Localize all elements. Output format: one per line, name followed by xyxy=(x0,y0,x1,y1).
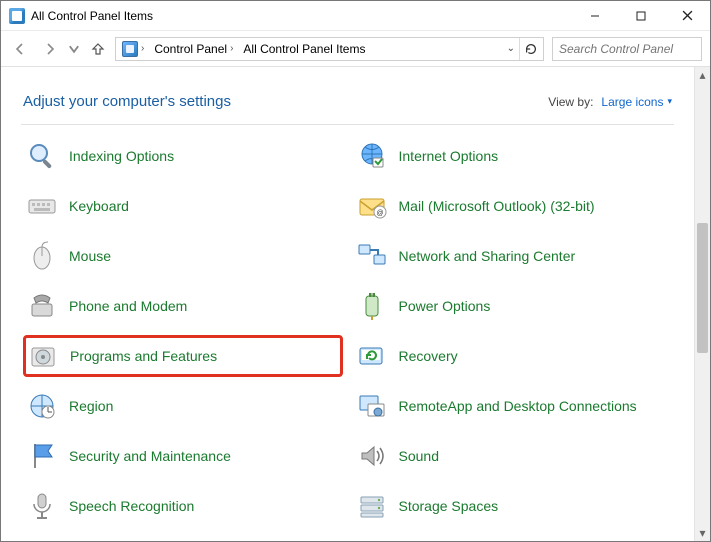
breadcrumb-control-panel[interactable]: Control Panel › xyxy=(150,39,237,59)
content-area: Adjust your computer's settings View by:… xyxy=(1,67,694,541)
address-bar[interactable]: › Control Panel › All Control Panel Item… xyxy=(115,37,544,61)
address-dropdown[interactable]: ⌄ xyxy=(507,43,515,54)
item-label: Phone and Modem xyxy=(69,298,187,315)
phone-icon xyxy=(25,289,59,323)
item-region[interactable]: Region xyxy=(23,385,343,427)
globe-icon xyxy=(355,139,389,173)
mouse-icon xyxy=(25,239,59,273)
page-title: Adjust your computer's settings xyxy=(23,93,231,110)
item-internet-options[interactable]: Internet Options xyxy=(353,135,673,177)
item-remoteapp[interactable]: RemoteApp and Desktop Connections xyxy=(353,385,673,427)
item-label: Mail (Microsoft Outlook) (32-bit) xyxy=(399,198,595,215)
breadcrumb-label: Control Panel xyxy=(154,42,227,56)
item-label: Indexing Options xyxy=(69,148,174,165)
region-icon xyxy=(25,389,59,423)
item-label: Recovery xyxy=(399,348,458,365)
item-speech-recognition[interactable]: Speech Recognition xyxy=(23,485,343,527)
control-panel-icon xyxy=(9,8,25,24)
items-grid: Indexing Options Internet Options Keyboa… xyxy=(23,135,672,527)
breadcrumb-root[interactable]: › xyxy=(118,39,148,59)
window-title: All Control Panel Items xyxy=(31,9,153,23)
minimize-button[interactable] xyxy=(572,1,618,31)
item-label: Security and Maintenance xyxy=(69,448,231,465)
programs-icon xyxy=(26,339,60,373)
item-label: Programs and Features xyxy=(70,348,217,365)
search-box[interactable] xyxy=(552,37,702,61)
breadcrumb-all-items[interactable]: All Control Panel Items xyxy=(239,39,369,59)
item-storage-spaces[interactable]: Storage Spaces xyxy=(353,485,673,527)
view-by-dropdown[interactable]: Large icons ▾ xyxy=(601,95,672,109)
item-label: Sound xyxy=(399,448,439,465)
item-phone-modem[interactable]: Phone and Modem xyxy=(23,285,343,327)
scroll-track[interactable] xyxy=(695,83,710,525)
scroll-up-button[interactable]: ▴ xyxy=(695,67,710,83)
network-icon xyxy=(355,239,389,273)
item-programs-features[interactable]: Programs and Features xyxy=(23,335,343,377)
view-by-control: View by: Large icons ▾ xyxy=(548,95,672,109)
item-sound[interactable]: Sound xyxy=(353,435,673,477)
mail-icon: @ xyxy=(355,189,389,223)
scroll-down-button[interactable]: ▾ xyxy=(695,525,710,541)
item-label: Mouse xyxy=(69,248,111,265)
item-label: Speech Recognition xyxy=(69,498,194,515)
item-label: Region xyxy=(69,398,113,415)
item-security-maintenance[interactable]: Security and Maintenance xyxy=(23,435,343,477)
storage-icon xyxy=(355,489,389,523)
item-label: RemoteApp and Desktop Connections xyxy=(399,398,637,415)
power-icon xyxy=(355,289,389,323)
item-label: Storage Spaces xyxy=(399,498,499,515)
item-indexing-options[interactable]: Indexing Options xyxy=(23,135,343,177)
recovery-icon xyxy=(355,339,389,373)
view-by-value: Large icons xyxy=(601,95,663,109)
up-button[interactable] xyxy=(85,36,111,62)
refresh-button[interactable] xyxy=(519,38,541,60)
item-label: Power Options xyxy=(399,298,491,315)
magnifier-icon xyxy=(25,139,59,173)
item-mouse[interactable]: Mouse xyxy=(23,235,343,277)
microphone-icon xyxy=(25,489,59,523)
item-label: Internet Options xyxy=(399,148,499,165)
maximize-button[interactable] xyxy=(618,1,664,31)
navigation-row: › Control Panel › All Control Panel Item… xyxy=(1,31,710,67)
chevron-down-icon: ▾ xyxy=(667,96,672,107)
vertical-scrollbar[interactable]: ▴ ▾ xyxy=(694,67,710,541)
item-network-sharing[interactable]: Network and Sharing Center xyxy=(353,235,673,277)
history-dropdown[interactable] xyxy=(67,36,81,62)
control-panel-icon xyxy=(122,41,138,57)
item-label: Network and Sharing Center xyxy=(399,248,576,265)
keyboard-icon xyxy=(25,189,59,223)
sound-icon xyxy=(355,439,389,473)
window-buttons xyxy=(572,1,710,31)
item-keyboard[interactable]: Keyboard xyxy=(23,185,343,227)
remoteapp-icon xyxy=(355,389,389,423)
svg-text:@: @ xyxy=(376,210,383,217)
divider xyxy=(21,124,674,125)
scroll-thumb[interactable] xyxy=(697,223,708,353)
item-power-options[interactable]: Power Options xyxy=(353,285,673,327)
back-button[interactable] xyxy=(7,36,33,62)
chevron-right-icon: › xyxy=(141,43,144,54)
chevron-right-icon: › xyxy=(230,43,233,54)
item-recovery[interactable]: Recovery xyxy=(353,335,673,377)
title-bar: All Control Panel Items xyxy=(1,1,710,31)
view-by-label: View by: xyxy=(548,95,593,109)
close-button[interactable] xyxy=(664,1,710,31)
item-mail[interactable]: @ Mail (Microsoft Outlook) (32-bit) xyxy=(353,185,673,227)
forward-button[interactable] xyxy=(37,36,63,62)
flag-icon xyxy=(25,439,59,473)
item-label: Keyboard xyxy=(69,198,129,215)
search-input[interactable] xyxy=(557,41,711,57)
breadcrumb-label: All Control Panel Items xyxy=(243,42,365,56)
